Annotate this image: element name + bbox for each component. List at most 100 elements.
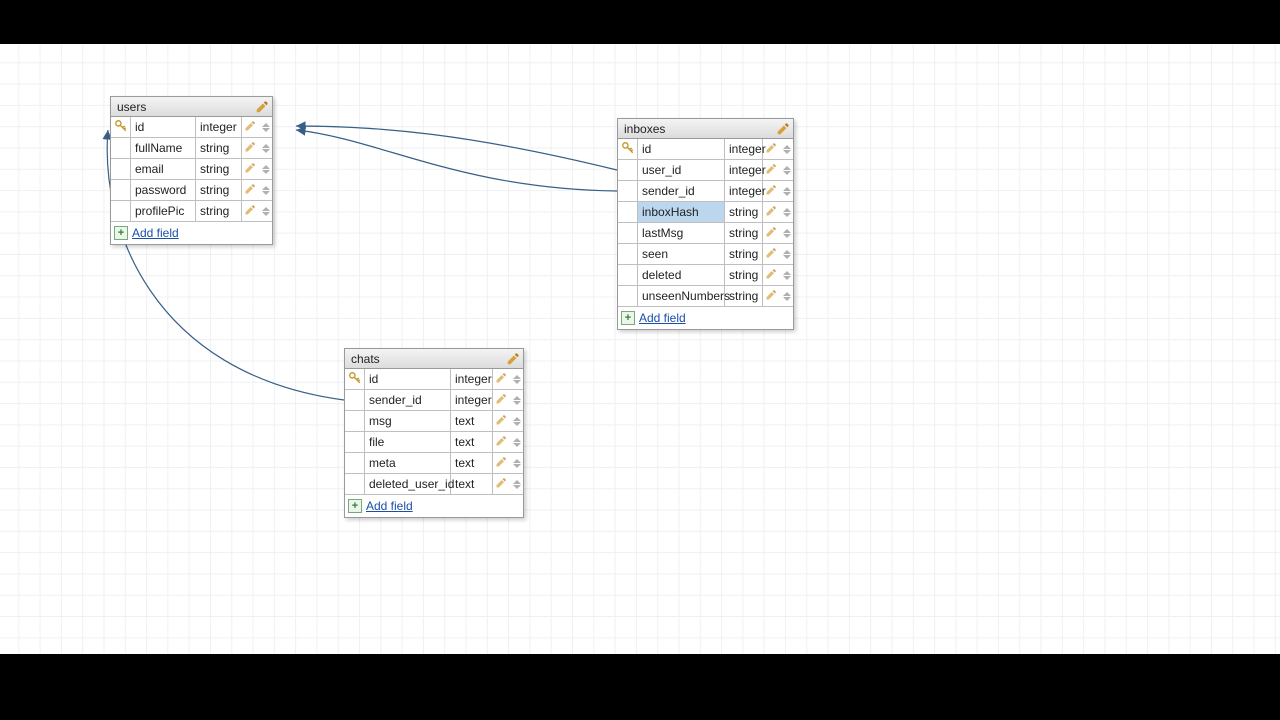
add-field-link[interactable]: Add field: [366, 499, 413, 513]
edit-field-icon[interactable]: [495, 393, 507, 408]
field-row[interactable]: passwordstring: [111, 180, 272, 201]
field-row[interactable]: sender_idinteger: [345, 390, 523, 411]
add-field-row[interactable]: + Add field: [618, 307, 793, 329]
add-field-row[interactable]: + Add field: [111, 222, 272, 244]
entity-chats[interactable]: chats idintegersender_idintegermsgtextfi…: [344, 348, 524, 518]
field-type[interactable]: string: [196, 180, 242, 200]
reorder-handle-icon[interactable]: [783, 268, 791, 282]
edit-entity-icon[interactable]: [505, 351, 521, 367]
entity-inboxes[interactable]: inboxes idintegeruser_idintegersender_id…: [617, 118, 794, 330]
edit-field-icon[interactable]: [765, 247, 777, 262]
edit-field-icon[interactable]: [765, 163, 777, 178]
edit-field-icon[interactable]: [495, 372, 507, 387]
field-row[interactable]: user_idinteger: [618, 160, 793, 181]
entity-header[interactable]: users: [111, 97, 272, 117]
field-row[interactable]: idinteger: [618, 139, 793, 160]
edit-field-icon[interactable]: [495, 456, 507, 471]
field-name[interactable]: id: [638, 139, 725, 159]
edit-entity-icon[interactable]: [775, 121, 791, 137]
field-row[interactable]: idinteger: [111, 117, 272, 138]
field-name[interactable]: fullName: [131, 138, 196, 158]
reorder-handle-icon[interactable]: [513, 435, 521, 449]
reorder-handle-icon[interactable]: [783, 247, 791, 261]
reorder-handle-icon[interactable]: [513, 414, 521, 428]
field-row[interactable]: msgtext: [345, 411, 523, 432]
reorder-handle-icon[interactable]: [783, 289, 791, 303]
field-type[interactable]: string: [725, 244, 763, 264]
field-type[interactable]: string: [196, 159, 242, 179]
edit-field-icon[interactable]: [495, 414, 507, 429]
field-row[interactable]: filetext: [345, 432, 523, 453]
add-field-row[interactable]: + Add field: [345, 495, 523, 517]
edit-field-icon[interactable]: [765, 226, 777, 241]
entity-header[interactable]: inboxes: [618, 119, 793, 139]
field-row[interactable]: metatext: [345, 453, 523, 474]
field-name[interactable]: msg: [365, 411, 451, 431]
field-type[interactable]: integer: [451, 390, 493, 410]
field-name[interactable]: id: [131, 117, 196, 137]
edit-field-icon[interactable]: [765, 142, 777, 157]
field-name[interactable]: inboxHash: [638, 202, 725, 222]
reorder-handle-icon[interactable]: [783, 142, 791, 156]
field-type[interactable]: string: [725, 286, 763, 306]
field-name[interactable]: seen: [638, 244, 725, 264]
field-type[interactable]: string: [725, 223, 763, 243]
field-row[interactable]: deleted_user_idtext: [345, 474, 523, 495]
entity-users[interactable]: users idintegerfullNamestringemailstring…: [110, 96, 273, 245]
edit-field-icon[interactable]: [244, 141, 256, 156]
reorder-handle-icon[interactable]: [262, 120, 270, 134]
reorder-handle-icon[interactable]: [783, 205, 791, 219]
edit-field-icon[interactable]: [765, 205, 777, 220]
field-name[interactable]: user_id: [638, 160, 725, 180]
reorder-handle-icon[interactable]: [262, 162, 270, 176]
field-type[interactable]: integer: [196, 117, 242, 137]
edit-field-icon[interactable]: [495, 435, 507, 450]
add-field-link[interactable]: Add field: [132, 226, 179, 240]
field-name[interactable]: sender_id: [638, 181, 725, 201]
edit-field-icon[interactable]: [244, 183, 256, 198]
field-row[interactable]: lastMsgstring: [618, 223, 793, 244]
field-name[interactable]: profilePic: [131, 201, 196, 221]
edit-field-icon[interactable]: [495, 477, 507, 492]
field-name[interactable]: lastMsg: [638, 223, 725, 243]
field-type[interactable]: integer: [725, 181, 763, 201]
field-type[interactable]: integer: [725, 139, 763, 159]
field-row[interactable]: unseenNumbersstring: [618, 286, 793, 307]
field-type[interactable]: string: [725, 265, 763, 285]
edit-field-icon[interactable]: [244, 162, 256, 177]
field-row[interactable]: profilePicstring: [111, 201, 272, 222]
edit-field-icon[interactable]: [244, 120, 256, 135]
field-name[interactable]: id: [365, 369, 451, 389]
reorder-handle-icon[interactable]: [513, 477, 521, 491]
field-name[interactable]: sender_id: [365, 390, 451, 410]
field-row[interactable]: idinteger: [345, 369, 523, 390]
field-type[interactable]: string: [725, 202, 763, 222]
edit-field-icon[interactable]: [244, 204, 256, 219]
edit-field-icon[interactable]: [765, 184, 777, 199]
field-name[interactable]: deleted_user_id: [365, 474, 451, 494]
edit-field-icon[interactable]: [765, 289, 777, 304]
reorder-handle-icon[interactable]: [513, 456, 521, 470]
field-type[interactable]: string: [196, 138, 242, 158]
field-type[interactable]: text: [451, 453, 493, 473]
field-type[interactable]: integer: [451, 369, 493, 389]
field-type[interactable]: text: [451, 411, 493, 431]
reorder-handle-icon[interactable]: [262, 204, 270, 218]
add-field-link[interactable]: Add field: [639, 311, 686, 325]
erd-canvas[interactable]: users idintegerfullNamestringemailstring…: [0, 44, 1280, 654]
field-name[interactable]: file: [365, 432, 451, 452]
reorder-handle-icon[interactable]: [783, 226, 791, 240]
field-type[interactable]: text: [451, 432, 493, 452]
field-type[interactable]: integer: [725, 160, 763, 180]
field-type[interactable]: string: [196, 201, 242, 221]
field-row[interactable]: inboxHashstring: [618, 202, 793, 223]
field-row[interactable]: sender_idinteger: [618, 181, 793, 202]
field-name[interactable]: unseenNumbers: [638, 286, 725, 306]
edit-field-icon[interactable]: [765, 268, 777, 283]
entity-header[interactable]: chats: [345, 349, 523, 369]
edit-entity-icon[interactable]: [254, 99, 270, 115]
reorder-handle-icon[interactable]: [783, 184, 791, 198]
field-row[interactable]: seenstring: [618, 244, 793, 265]
field-row[interactable]: emailstring: [111, 159, 272, 180]
reorder-handle-icon[interactable]: [783, 163, 791, 177]
